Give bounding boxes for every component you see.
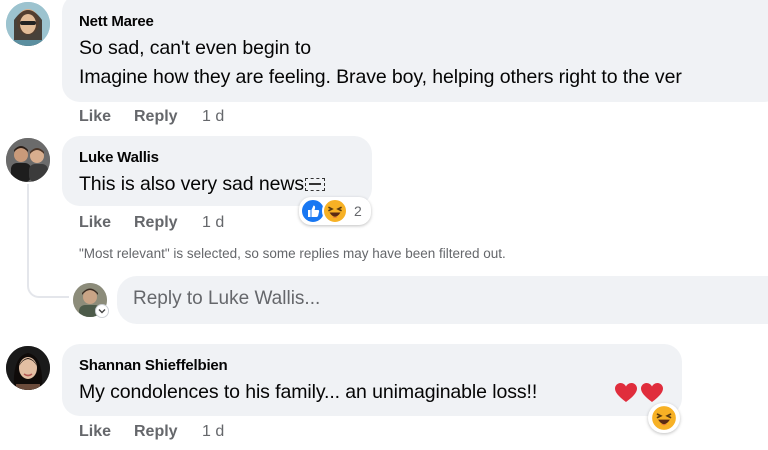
- reaction-count[interactable]: 2: [354, 203, 362, 219]
- comment-bubble: [62, 344, 682, 416]
- comment-text-content: My condolences to his family... an unima…: [79, 381, 538, 403]
- heart-emoji-icon: [615, 383, 637, 402]
- reply-button[interactable]: Reply: [134, 214, 178, 232]
- avatar-photo: [6, 2, 50, 46]
- comment-author[interactable]: Shannan Shieffelbien: [79, 357, 228, 374]
- avatar-luke-wallis[interactable]: [6, 138, 50, 182]
- comment-text: My condolences to his family... an unima…: [79, 381, 537, 404]
- thread-connector-curve: [27, 270, 69, 298]
- unsupported-emoji-icon: [304, 178, 325, 191]
- filter-notice: "Most relevant" is selected, so some rep…: [79, 246, 506, 261]
- avatar-photo: [6, 346, 50, 390]
- avatar-nett-maree[interactable]: [6, 2, 50, 46]
- like-button[interactable]: Like: [79, 423, 111, 441]
- reply-button[interactable]: Reply: [134, 423, 178, 441]
- comment-author[interactable]: Luke Wallis: [79, 149, 159, 166]
- like-button[interactable]: Like: [79, 214, 111, 232]
- haha-reaction-icon: [650, 404, 678, 432]
- comment-timestamp[interactable]: 1 d: [202, 214, 224, 232]
- comment-timestamp[interactable]: 1 d: [202, 423, 224, 441]
- comment-timestamp[interactable]: 1 d: [202, 108, 224, 126]
- comment-text-content: This is also very sad news: [79, 173, 304, 195]
- comment-text: So sad, can't even begin to: [79, 37, 311, 59]
- haha-reaction-icon: [322, 198, 348, 224]
- thread-connector-line: [27, 184, 29, 282]
- reply-input-placeholder: Reply to Luke Wallis...: [133, 288, 321, 309]
- avatar-shannan-shieffelbien[interactable]: [6, 346, 50, 390]
- avatar-photo: [6, 138, 50, 182]
- comment-text: This is also very sad news: [79, 173, 325, 196]
- heart-emoji-icon: [641, 383, 663, 402]
- comments-panel: Nett Maree So sad, can't even begin to I…: [0, 0, 768, 450]
- comment-text: Imagine how they are feeling. Brave boy,…: [79, 66, 682, 88]
- like-button[interactable]: Like: [79, 108, 111, 126]
- comment-author[interactable]: Nett Maree: [79, 13, 154, 30]
- chevron-down-icon[interactable]: [95, 304, 109, 318]
- reply-button[interactable]: Reply: [134, 108, 178, 126]
